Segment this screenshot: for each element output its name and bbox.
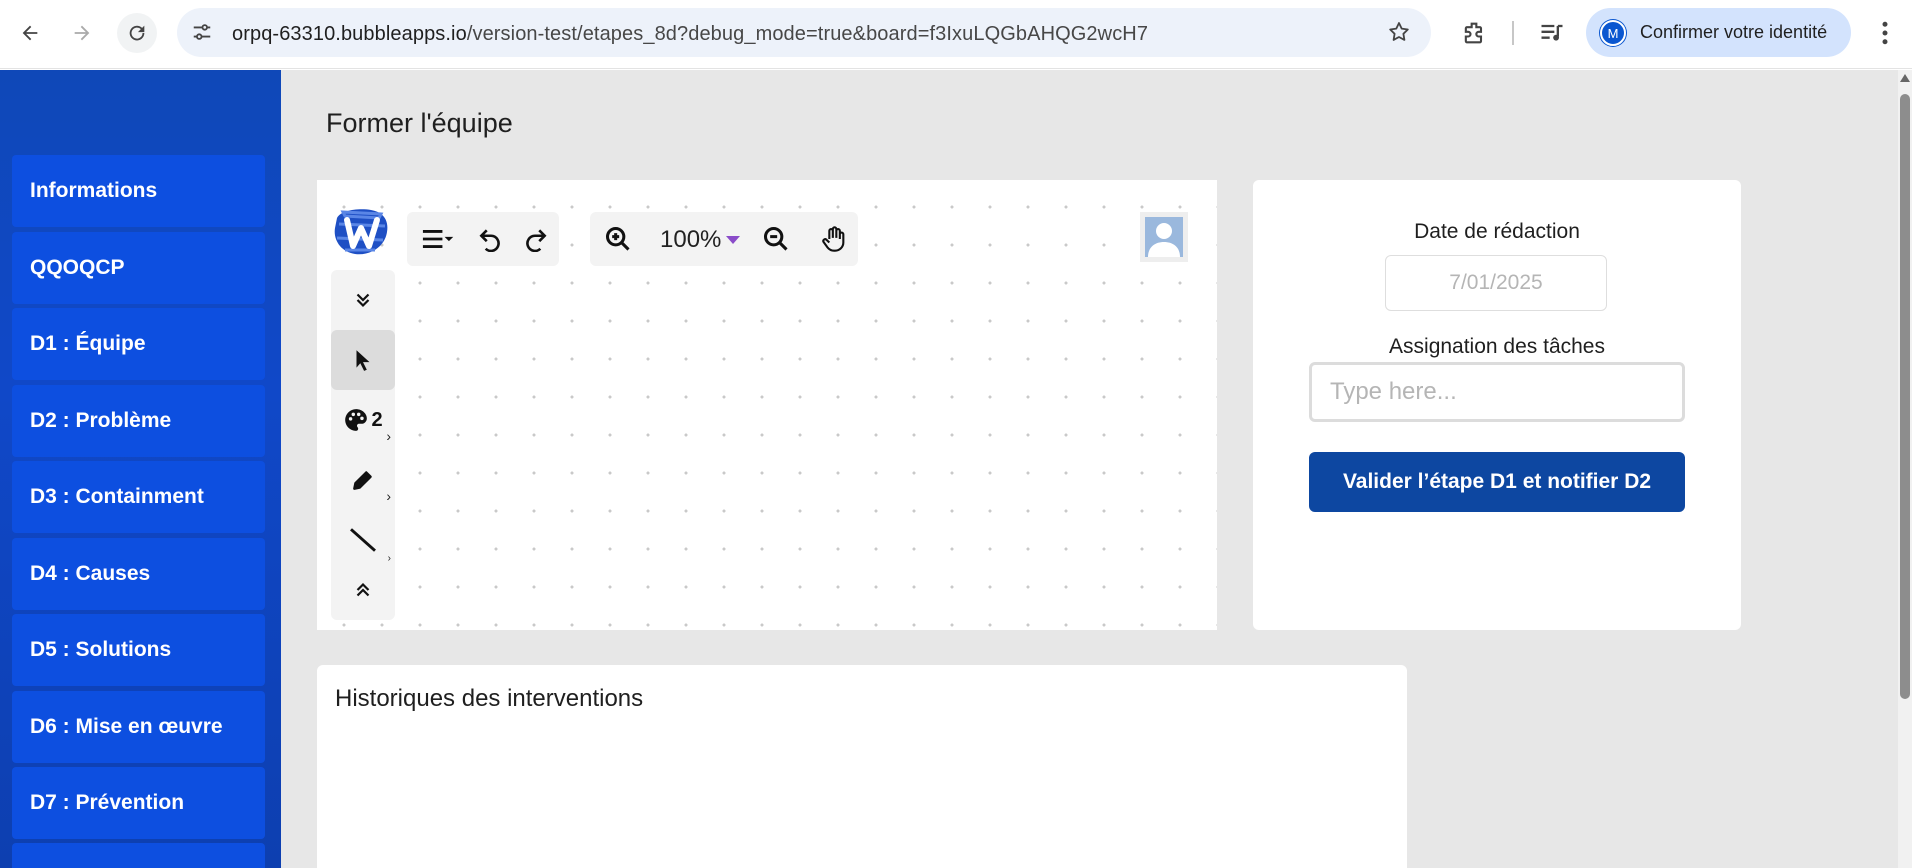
- reload-button[interactable]: [117, 13, 157, 53]
- reload-icon: [129, 25, 145, 41]
- sidebar-item-d1[interactable]: D1 : Équipe: [12, 308, 265, 380]
- board-menu-button[interactable]: [407, 212, 467, 266]
- sidebar-item-d7[interactable]: D7 : Prévention: [12, 767, 265, 839]
- date-field[interactable]: 7/01/2025: [1385, 255, 1607, 311]
- browser-toolbar: orpq-63310.bubbleapps.io/version-test/et…: [0, 0, 1912, 69]
- history-card: Historiques des interventions: [317, 665, 1407, 868]
- profile-button[interactable]: M Confirmer votre identité: [1586, 8, 1851, 57]
- cursor-arrow-icon: [356, 350, 370, 371]
- zoom-in-button[interactable]: [590, 212, 646, 266]
- whiteboard-canvas[interactable]: 100% 2 › › ›: [317, 180, 1217, 630]
- pan-hand-button[interactable]: [806, 212, 862, 266]
- palette-icon: [345, 409, 368, 431]
- arrow-left-icon: [22, 25, 38, 41]
- sidebar-item-label: D5 : Solutions: [30, 638, 172, 661]
- scrollbar-thumb[interactable]: [1900, 94, 1910, 699]
- back-button[interactable]: [10, 13, 50, 53]
- color-count: 2: [371, 408, 383, 431]
- arrow-right-icon: [74, 25, 90, 41]
- zoom-dropdown-caret-icon[interactable]: [726, 236, 740, 244]
- site-settings-icon[interactable]: [191, 21, 213, 43]
- board-user-avatar[interactable]: [1140, 212, 1188, 262]
- extensions-icon[interactable]: [1460, 19, 1488, 47]
- media-queue-icon[interactable]: [1538, 19, 1566, 47]
- sidebar-item-d4[interactable]: D4 : Causes: [12, 538, 265, 610]
- redo-button[interactable]: [513, 212, 559, 266]
- profile-avatar: M: [1600, 20, 1626, 46]
- sidebar-item-d8[interactable]: [12, 843, 265, 868]
- scroll-up-arrow-icon[interactable]: [1900, 74, 1910, 82]
- bookmark-star-icon[interactable]: [1387, 20, 1411, 44]
- zoom-controls: 100%: [590, 212, 858, 266]
- sidebar-item-d6[interactable]: D6 : Mise en œuvre: [12, 691, 265, 763]
- sidebar-item-qqoqcp[interactable]: QQOQCP: [12, 232, 265, 304]
- chevrons-up-icon: [356, 582, 370, 597]
- profile-label: Confirmer votre identité: [1640, 22, 1828, 42]
- expand-tools-button[interactable]: [331, 560, 395, 620]
- zoom-level[interactable]: 100%: [660, 226, 721, 254]
- hamburger-menu-icon: [422, 230, 454, 248]
- line-icon: [350, 528, 376, 552]
- sidebar-item-label: D4 : Causes: [30, 562, 151, 585]
- d1-form-card: Date de rédaction 7/01/2025 Assignation …: [1253, 180, 1741, 630]
- hand-icon: [822, 226, 845, 252]
- sidebar-item-informations[interactable]: Informations: [12, 155, 265, 227]
- sidebar-item-d3[interactable]: D3 : Containment: [12, 461, 265, 533]
- chevrons-down-icon: [356, 293, 370, 308]
- select-tool-button[interactable]: [331, 330, 395, 390]
- validate-step-button[interactable]: Valider l’étape D1 et notifier D2: [1309, 452, 1685, 512]
- zoom-in-icon: [605, 226, 630, 251]
- assign-tasks-input[interactable]: [1309, 362, 1685, 422]
- sidebar-item-label: Informations: [30, 179, 158, 202]
- address-bar[interactable]: orpq-63310.bubbleapps.io/version-test/et…: [177, 8, 1431, 57]
- collapse-tools-button[interactable]: [331, 270, 395, 330]
- main-content: Former l'équipe 100% 2 › › › Date de réd…: [281, 70, 1898, 868]
- page-title: Former l'équipe: [326, 108, 513, 138]
- page-scrollbar[interactable]: [1898, 70, 1912, 868]
- redo-icon: [526, 229, 547, 252]
- submenu-chevron-icon: ›: [386, 428, 391, 444]
- sidebar-item-d2[interactable]: D2 : Problème: [12, 385, 265, 457]
- sidebar-item-label: D6 : Mise en œuvre: [30, 715, 223, 738]
- forward-button[interactable]: [62, 13, 102, 53]
- pencil-icon: [353, 471, 372, 490]
- url-host: orpq-63310.bubbleapps.io: [232, 23, 467, 45]
- undo-icon: [479, 229, 500, 252]
- submenu-chevron-icon: ›: [386, 488, 391, 504]
- undo-button[interactable]: [467, 212, 513, 266]
- whiteboard-logo-icon: [334, 209, 388, 255]
- zoom-out-button[interactable]: [748, 212, 804, 266]
- toolbar-separator: [1512, 21, 1514, 45]
- url-path: /version-test/etapes_8d?debug_mode=true&…: [466, 23, 1149, 45]
- sidebar-item-d5[interactable]: D5 : Solutions: [12, 614, 265, 686]
- board-tool-palette: 2 › › ›: [331, 270, 395, 620]
- board-main-toolbar: [407, 212, 559, 266]
- sidebar-item-label: D7 : Prévention: [30, 791, 185, 814]
- sidebar-item-label: D1 : Équipe: [30, 332, 146, 355]
- sidebar-item-label: D3 : Containment: [30, 485, 204, 508]
- zoom-out-icon: [763, 226, 788, 251]
- history-title: Historiques des interventions: [335, 685, 644, 712]
- sidebar-item-label: D2 : Problème: [30, 409, 172, 432]
- date-label: Date de rédaction: [1414, 220, 1580, 243]
- sidebar: Informations QQOQCP D1 : Équipe D2 : Pro…: [0, 70, 281, 868]
- more-menu-icon[interactable]: [1870, 18, 1900, 48]
- url-text: orpq-63310.bubbleapps.io/version-test/et…: [232, 23, 1148, 46]
- user-silhouette-icon: [1145, 217, 1183, 257]
- assign-label: Assignation des tâches: [1389, 335, 1605, 358]
- sidebar-item-label: QQOQCP: [30, 256, 125, 279]
- pen-tool-button[interactable]: ›: [331, 450, 395, 510]
- color-palette-button[interactable]: 2 ›: [331, 390, 395, 450]
